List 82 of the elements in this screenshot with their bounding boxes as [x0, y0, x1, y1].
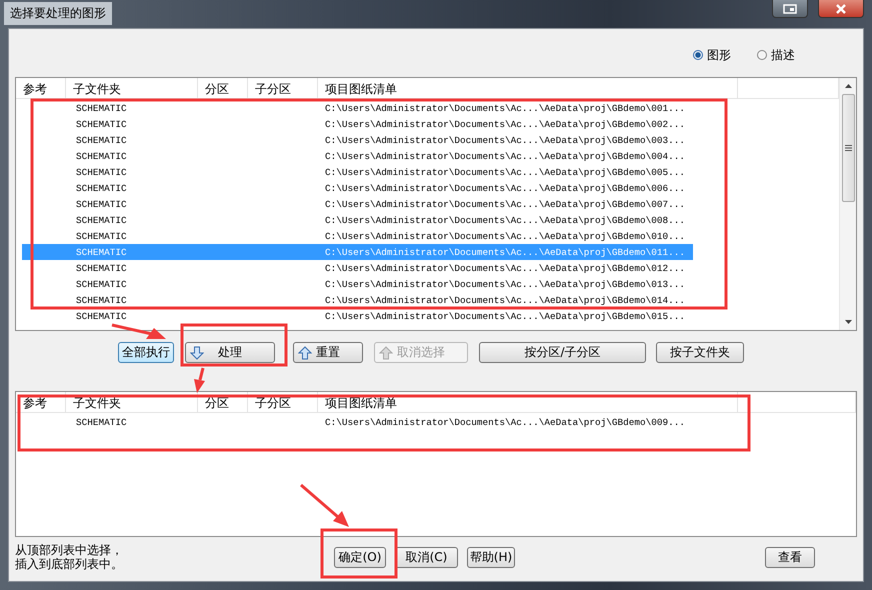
column-header[interactable]: 子文件夹: [66, 392, 198, 412]
subfolder-cell-text: SCHEMATIC: [75, 230, 128, 242]
list-row[interactable]: SCHEMATIC C:\Users\Administrator\Documents\Ac...\AeData\proj\GBdemo\006...: [22, 180, 694, 196]
column-header[interactable]: 参考: [16, 392, 66, 412]
list-row[interactable]: SCHEMATIC C:\Users\Administrator\Documents\Ac...\AeData\proj\GBdemo\010...: [22, 228, 694, 244]
subfolder-cell-text: SCHEMATIC: [75, 150, 128, 162]
dialog-button[interactable]: 取消(C): [395, 546, 458, 568]
path-cell-text: C:\Users\Administrator\Documents\Ac...\AeData\proj\GBdemo\002...: [324, 118, 686, 130]
hint-text: 插入到底部列表中。: [15, 557, 124, 572]
path-cell-text: C:\Users\Administrator\Documents\Ac...\AeData\proj\GBdemo\012...: [324, 262, 686, 274]
path-cell-text: C:\Users\Administrator\Documents\Ac...\AeData\proj\GBdemo\005...: [324, 166, 686, 178]
view-radio[interactable]: 图形: [693, 51, 731, 59]
annotation-arrow: [300, 484, 349, 527]
up-arrow-icon: [379, 346, 393, 360]
action-button[interactable]: 处理: [185, 342, 275, 363]
list-row[interactable]: SCHEMATIC C:\Users\Administrator\Documents\Ac...\AeData\proj\GBdemo\005...: [22, 164, 694, 180]
subfolder-cell-text: SCHEMATIC: [75, 278, 128, 290]
scroll-up-icon: [844, 84, 852, 88]
path-cell-text: C:\Users\Administrator\Documents\Ac...\AeData\proj\GBdemo\003...: [324, 134, 686, 146]
down-arrow-icon: [190, 346, 204, 360]
column-header[interactable]: 子分区: [248, 392, 318, 412]
annotation-arrow: [112, 324, 166, 339]
subfolder-cell-text: SCHEMATIC: [75, 214, 128, 226]
path-cell-text: C:\Users\Administrator\Documents\Ac...\AeData\proj\GBdemo\007...: [324, 198, 686, 210]
dialog-button[interactable]: 确定(O): [334, 546, 386, 568]
list-row[interactable]: SCHEMATIC C:\Users\Administrator\Documents\Ac...\AeData\proj\GBdemo\012...: [22, 260, 694, 276]
subfolder-cell-text: SCHEMATIC: [75, 118, 128, 130]
scroll-thumb[interactable]: [842, 94, 854, 202]
path-cell-text: C:\Users\Administrator\Documents\Ac...\AeData\proj\GBdemo\010...: [324, 230, 686, 242]
path-cell-text: C:\Users\Administrator\Documents\Ac...\AeData\proj\GBdemo\011...: [324, 246, 686, 258]
subfolder-cell-text: SCHEMATIC: [75, 102, 128, 114]
action-button[interactable]: 重置: [293, 342, 363, 363]
path-cell-text: C:\Users\Administrator\Documents\Ac...\AeData\proj\GBdemo\015...: [324, 310, 686, 322]
scroll-down-icon: [844, 320, 852, 324]
path-cell-text: C:\Users\Administrator\Documents\Ac...\AeData\proj\GBdemo\001...: [324, 102, 686, 114]
grip-icon: [844, 145, 852, 151]
close-button[interactable]: [818, 0, 864, 18]
path-cell-text: C:\Users\Administrator\Documents\Ac...\AeData\proj\GBdemo\008...: [324, 214, 686, 226]
action-button[interactable]: 全部执行: [118, 342, 174, 363]
column-header[interactable]: 项目图纸清单: [318, 392, 738, 412]
column-header[interactable]: 项目图纸清单: [318, 78, 738, 98]
column-header[interactable]: 参考: [16, 78, 66, 98]
path-cell-text: C:\Users\Administrator\Documents\Ac...\AeData\proj\GBdemo\009...: [324, 416, 686, 428]
scrollbar[interactable]: [839, 78, 856, 330]
hint-text: 从顶部列表中选择，: [15, 543, 124, 558]
list-row[interactable]: SCHEMATIC C:\Users\Administrator\Documents\Ac...\AeData\proj\GBdemo\013...: [22, 276, 694, 292]
subfolder-cell-text: SCHEMATIC: [75, 198, 128, 210]
list-row[interactable]: SCHEMATIC C:\Users\Administrator\Documents\Ac...\AeData\proj\GBdemo\015...: [22, 308, 694, 324]
list-row[interactable]: SCHEMATIC C:\Users\Administrator\Documents\Ac...\AeData\proj\GBdemo\003...: [22, 132, 694, 148]
list-row[interactable]: SCHEMATIC C:\Users\Administrator\Documents\Ac...\AeData\proj\GBdemo\014...: [22, 292, 694, 308]
column-header[interactable]: 分区: [198, 392, 248, 412]
window-title: 选择要处理的图形: [4, 2, 112, 25]
view-button[interactable]: 查看: [765, 546, 815, 568]
subfolder-cell-text: SCHEMATIC: [75, 246, 128, 258]
action-button[interactable]: 按子文件夹: [656, 342, 744, 363]
annotation-arrow: [194, 368, 205, 393]
restore-button[interactable]: [772, 0, 808, 18]
view-radio[interactable]: 描述: [757, 51, 795, 59]
path-cell-text: C:\Users\Administrator\Documents\Ac...\AeData\proj\GBdemo\006...: [324, 182, 686, 194]
list-row[interactable]: SCHEMATIC C:\Users\Administrator\Documents\Ac...\AeData\proj\GBdemo\002...: [22, 116, 694, 132]
subfolder-cell-text: SCHEMATIC: [75, 262, 128, 274]
path-cell-text: C:\Users\Administrator\Documents\Ac...\AeData\proj\GBdemo\013...: [324, 278, 686, 290]
subfolder-cell-text: SCHEMATIC: [75, 294, 128, 306]
subfolder-cell-text: SCHEMATIC: [75, 416, 128, 428]
column-header[interactable]: 子文件夹: [66, 78, 198, 98]
list-row[interactable]: SCHEMATIC C:\Users\Administrator\Documents\Ac...\AeData\proj\GBdemo\008...: [22, 212, 694, 228]
window-icon: [783, 4, 797, 14]
path-cell-text: C:\Users\Administrator\Documents\Ac...\AeData\proj\GBdemo\014...: [324, 294, 686, 306]
column-header[interactable]: 分区: [198, 78, 248, 98]
subfolder-cell-text: SCHEMATIC: [75, 134, 128, 146]
subfolder-cell-text: SCHEMATIC: [75, 310, 128, 322]
path-cell-text: C:\Users\Administrator\Documents\Ac...\AeData\proj\GBdemo\004...: [324, 150, 686, 162]
list-row[interactable]: SCHEMATIC C:\Users\Administrator\Documents\Ac...\AeData\proj\GBdemo\001...: [22, 100, 694, 116]
subfolder-cell-text: SCHEMATIC: [75, 182, 128, 194]
subfolder-cell-text: SCHEMATIC: [75, 166, 128, 178]
list-row[interactable]: SCHEMATIC C:\Users\Administrator\Documents\Ac...\AeData\proj\GBdemo\007...: [22, 196, 694, 212]
list-row[interactable]: SCHEMATIC C:\Users\Administrator\Documents\Ac...\AeData\proj\GBdemo\004...: [22, 148, 694, 164]
up-arrow-icon: [298, 346, 312, 360]
dialog-button[interactable]: 帮助(H): [467, 546, 515, 568]
close-icon: [835, 4, 847, 14]
column-header[interactable]: 子分区: [248, 78, 318, 98]
action-button[interactable]: 按分区/子分区: [479, 342, 646, 363]
